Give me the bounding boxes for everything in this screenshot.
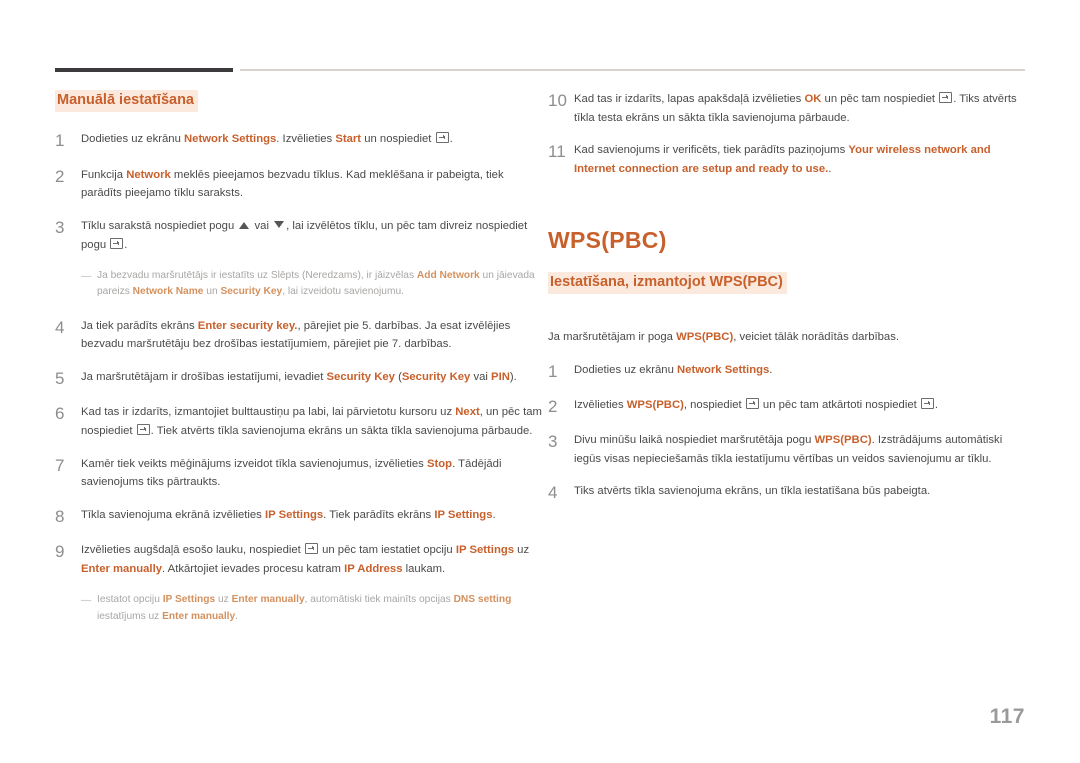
step-item: 3 Divu minūšu laikā nospiediet maršrutētā… xyxy=(548,431,1026,468)
step-number: 1 xyxy=(55,131,65,151)
step-number: 5 xyxy=(55,369,65,389)
step-item: 11 Kad savienojums ir verificēts, tiek pa… xyxy=(548,141,1026,178)
step-item: 1 Dodieties uz ekrānu Network Settings. xyxy=(548,361,1026,382)
right-intro-text: Ja maršrutētājam ir poga WPS(PBC), veici… xyxy=(548,330,899,343)
note-dash-icon: — xyxy=(81,595,92,607)
step-text: Tīklu sarakstā nospiediet pogu vai , lai… xyxy=(81,219,528,251)
note-text: Iestatot opciju IP Settings uz Enter man… xyxy=(97,594,512,622)
step-text: Ja tiek parādīts ekrāns Enter security k… xyxy=(81,319,511,351)
step-item: 6 Kad tas ir izdarīts, izmantojiet bultta… xyxy=(55,403,545,440)
step-number: 11 xyxy=(548,142,566,162)
step-item: 5 Ja maršrutētājam ir drošības iestatījum… xyxy=(55,368,545,389)
step-number: 2 xyxy=(55,166,65,186)
note-dash-icon: — xyxy=(81,271,92,283)
step-number: 9 xyxy=(55,542,65,562)
step-text: Divu minūšu laikā nospiediet maršrutētāj… xyxy=(574,434,1003,465)
right-continued-step-list: 10 Kad tas ir izdarīts, lapas apakšdaļā i… xyxy=(548,90,1026,179)
note-item: — Ja bezvadu maršrutētājs ir iestatīts uz… xyxy=(81,268,545,301)
step-number: 2 xyxy=(548,396,558,416)
step-number: 10 xyxy=(548,91,567,110)
right-section-title: Iestatīšana, izmantojot WPS(PBC) xyxy=(548,271,787,294)
step-item: 1 Dodieties uz ekrānu Network Settings. I… xyxy=(55,130,545,151)
step-number: 7 xyxy=(55,455,65,475)
step-item: 9 Izvēlieties augšdaļā esošo lauku, nospi… xyxy=(55,541,545,578)
left-column: Manuālā iestatīšana 1 Dodieties uz ekrānu… xyxy=(55,90,545,641)
step-text: Tiks atvērts tīkla savienojuma ekrāns, u… xyxy=(574,485,931,498)
left-section-title: Manuālā iestatīšana xyxy=(55,90,198,113)
step-text: Tīkla savienojuma ekrānā izvēlieties IP … xyxy=(81,508,496,521)
wps-pbc-heading: WPS(PBC) xyxy=(548,226,667,253)
step-text: Izvēlieties WPS(PBC), nospiediet un pēc … xyxy=(574,397,939,411)
step-item: 4 Tiks atvērts tīkla savienojuma ekrāns, … xyxy=(548,482,1026,503)
step-item: 3 Tīklu sarakstā nospiediet pogu vai , la… xyxy=(55,217,545,254)
step-text: Dodieties uz ekrānu Network Settings. xyxy=(574,363,773,376)
page-number: 117 xyxy=(989,705,1025,728)
step-text: Ja maršrutētājam ir drošības iestatījumi… xyxy=(81,371,517,384)
step-item: 2 Izvēlieties WPS(PBC), nospiediet un pēc… xyxy=(548,396,1026,417)
right-column: 10 Kad tas ir izdarīts, lapas apakšdaļā i… xyxy=(548,90,1026,518)
step-number: 8 xyxy=(55,506,65,526)
step-text: Izvēlieties augšdaļā esošo lauku, nospie… xyxy=(81,543,530,575)
step-text: Funkcija Network meklēs pieejamos bezvad… xyxy=(81,168,504,200)
step-item: 4 Ja tiek parādīts ekrāns Enter security … xyxy=(55,317,545,354)
header-rule-accent xyxy=(55,68,233,72)
step-number: 4 xyxy=(55,317,65,337)
step-item: 7 Kamēr tiek veikts mēģinājums izveidot t… xyxy=(55,455,545,492)
document-page: Manuālā iestatīšana 1 Dodieties uz ekrānu… xyxy=(0,0,1080,763)
step-number: 3 xyxy=(55,217,65,237)
left-step-list: 1 Dodieties uz ekrānu Network Settings. I… xyxy=(55,130,545,625)
note-text: Ja bezvadu maršrutētājs ir iestatīts uz … xyxy=(97,270,535,298)
step-number: 4 xyxy=(548,483,558,503)
header-rule-light xyxy=(240,69,1025,71)
step-text: Kad tas ir izdarīts, lapas apakšdaļā izv… xyxy=(574,92,1017,124)
step-item: 2 Funkcija Network meklēs pieejamos bezva… xyxy=(55,166,545,203)
step-number: 3 xyxy=(548,432,558,452)
right-step-list: 1 Dodieties uz ekrānu Network Settings. 2 I… xyxy=(548,361,1026,504)
step-item: 10 Kad tas ir izdarīts, lapas apakšdaļā i… xyxy=(548,90,1026,127)
note-item: — Iestatot opciju IP Settings uz Enter ma… xyxy=(81,592,545,625)
step-text: Dodieties uz ekrānu Network Settings. Iz… xyxy=(81,132,453,146)
step-number: 6 xyxy=(55,404,65,424)
step-text: Kad tas ir izdarīts, izmantojiet bulttau… xyxy=(81,406,542,437)
step-number: 1 xyxy=(548,361,558,381)
step-text: Kamēr tiek veikts mēģinājums izveidot tī… xyxy=(81,457,502,489)
step-text: Kad savienojums ir verificēts, tiek parā… xyxy=(574,144,991,175)
step-item: 8 Tīkla savienojuma ekrānā izvēlieties IP… xyxy=(55,506,545,527)
